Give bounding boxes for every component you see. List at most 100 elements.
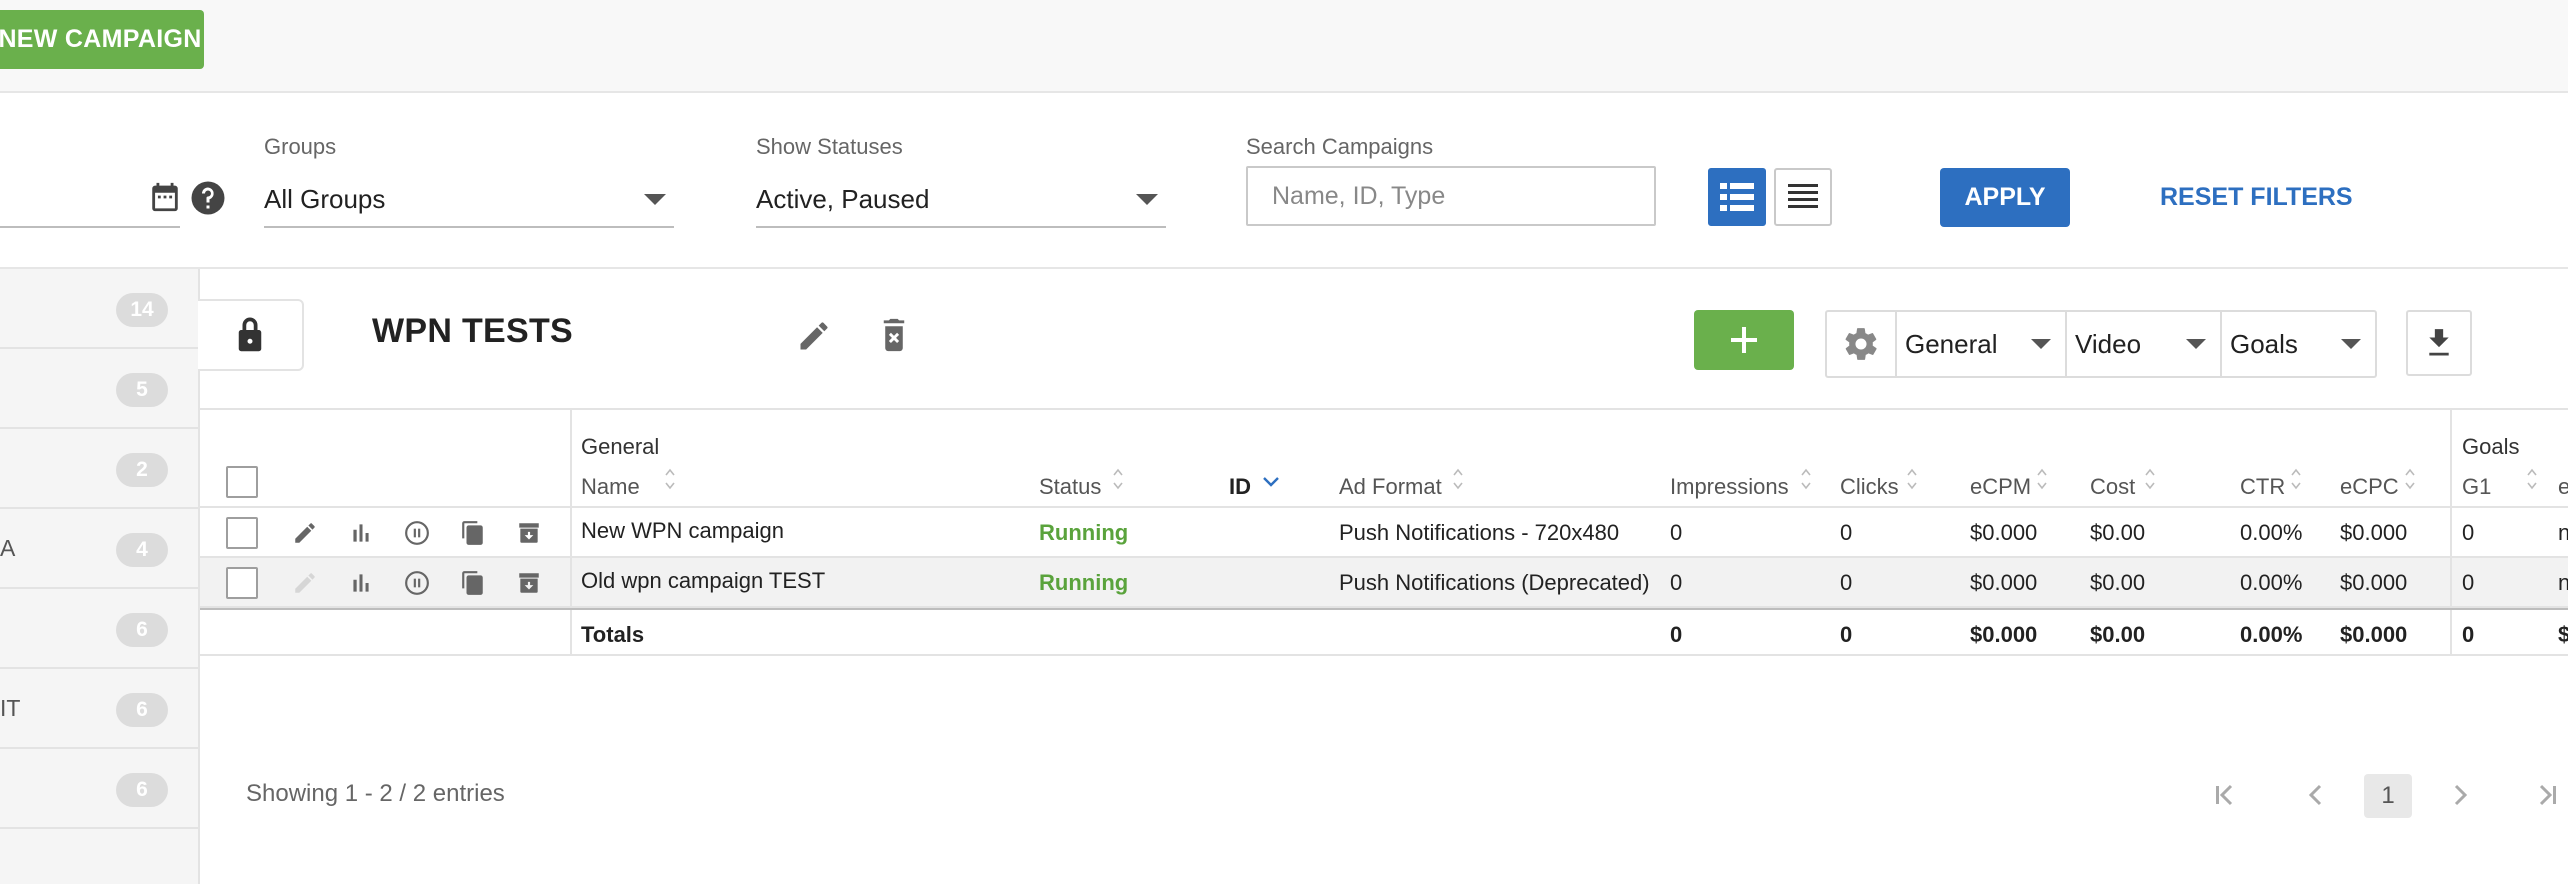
sort-icon[interactable] [1906,465,1918,493]
archive-icon[interactable] [516,570,542,596]
goals-column-group: Goals [2462,434,2520,459]
column-header-id[interactable]: ID [1229,474,1251,500]
sidebar-group-item[interactable]: 2 [0,429,198,509]
total-clicks: 0 [1840,622,1853,647]
copy-icon[interactable] [460,570,486,596]
column-header-ctr[interactable]: CTR [2240,474,2285,500]
total-impressions: 0 [1670,622,1683,647]
column-settings-button[interactable] [1827,312,1897,376]
campaign-name-link[interactable]: Old wpn campaign TEST [581,568,825,594]
stats-icon[interactable] [348,520,374,546]
column-set-goals[interactable]: Goals [2222,312,2375,376]
clicks-cell: 0 [1840,570,1853,595]
ecpc-cell: $0.000 [2340,520,2408,545]
e-cell: n [2558,520,2568,545]
reset-filters-button[interactable]: RESET FILTERS [2160,168,2353,227]
edit-icon [295,573,315,593]
search-input[interactable] [1246,166,1656,226]
column-header-clicks[interactable]: Clicks [1840,474,1899,500]
top-bar: NEW CAMPAIGN [0,0,2568,93]
download-icon [2429,329,2449,356]
pause-icon[interactable] [404,570,430,596]
ad-format-cell: Push Notifications (Deprecated) [1339,570,1650,595]
first-page-button[interactable] [2210,776,2240,814]
sort-icon[interactable] [1112,465,1124,493]
sort-icon[interactable] [2526,465,2538,493]
edit-group-icon[interactable] [796,318,832,354]
sidebar-group-item[interactable]: 14 [0,269,198,349]
gear-icon [1845,328,1877,360]
impressions-cell: 0 [1670,520,1683,545]
group-count-badge: 6 [116,693,168,727]
statuses-select-value: Active, Paused [756,183,930,214]
column-set-general[interactable]: General [1897,312,2067,376]
total-e: $ [2558,622,2568,647]
add-campaign-button[interactable] [1694,310,1794,370]
row-checkbox[interactable] [226,567,258,599]
e-cell: n [2558,570,2568,595]
groups-select[interactable]: All Groups [264,172,674,228]
delete-group-icon[interactable] [876,316,912,354]
archive-icon[interactable] [516,520,542,546]
pause-icon[interactable] [404,520,430,546]
column-header-g1[interactable]: G1 [2462,474,2491,500]
sort-icon[interactable] [2404,465,2416,493]
sidebar-group-item[interactable]: A 4 [0,509,198,589]
column-header-e[interactable]: e [2558,474,2568,500]
sidebar-group-item[interactable]: 6 [0,589,198,669]
ad-format-cell: Push Notifications - 720x480 [1339,520,1620,545]
edit-icon[interactable] [292,520,318,546]
new-campaign-button[interactable]: NEW CAMPAIGN [0,10,204,69]
group-count-badge: 4 [116,533,168,567]
table-row[interactable]: Old wpn campaign TEST Running Push Notif… [200,558,2568,608]
apply-button[interactable]: APPLY [1940,168,2070,227]
compact-view-button[interactable] [1774,168,1832,226]
sort-desc-icon[interactable] [1262,468,1280,496]
groups-select-value: All Groups [264,183,386,214]
column-header-impressions[interactable]: Impressions [1670,474,1789,500]
column-set-video[interactable]: Video [2067,312,2222,376]
column-header-ecpm[interactable]: eCPM [1970,474,2031,500]
sort-icon[interactable] [2290,465,2302,493]
sidebar-group-item[interactable]: 6 [0,749,198,829]
column-header-name[interactable]: Name [581,474,640,500]
row-checkbox[interactable] [226,517,258,549]
column-header-cost[interactable]: Cost [2090,474,2135,500]
download-button[interactable] [2406,310,2472,376]
total-ctr: 0.00% [2240,622,2303,647]
select-all-checkbox[interactable] [226,466,258,498]
help-icon[interactable] [190,180,226,216]
sort-icon[interactable] [664,465,676,493]
campaign-name-link[interactable]: New WPN campaign [581,518,784,544]
totals-row: Totals 0 0 $0.000 $0.00 0.00% $0.000 0 $ [200,608,2568,656]
sidebar-group-item[interactable]: 5 [0,349,198,429]
sort-icon[interactable] [1452,465,1464,493]
statuses-select[interactable]: Active, Paused [756,172,1166,228]
sort-icon[interactable] [2036,465,2048,493]
detailed-view-button[interactable] [1708,168,1766,226]
previous-page-button[interactable] [2300,776,2330,814]
campaign-table-header: General Goals Name Status ID Ad Format I… [200,408,2568,508]
next-page-button[interactable] [2446,776,2476,814]
last-page-icon [2539,784,2556,806]
column-header-ad-format[interactable]: Ad Format [1339,474,1442,500]
sidebar-group-label: A [0,535,16,561]
totals-label: Totals [581,622,645,647]
lock-group-button[interactable] [198,299,304,371]
chevron-down-icon [1136,194,1158,205]
page-number-current[interactable]: 1 [2364,774,2412,818]
sort-icon[interactable] [2144,465,2156,493]
statuses-filter-label: Show Statuses [756,134,903,159]
calendar-icon[interactable] [148,180,182,214]
sort-icon[interactable] [1800,465,1812,493]
column-header-ecpc[interactable]: eCPC [2340,474,2399,500]
copy-icon[interactable] [460,520,486,546]
chevron-down-icon [2341,339,2361,349]
table-row[interactable]: New WPN campaign Running Push Notificati… [200,508,2568,558]
column-header-status[interactable]: Status [1039,474,1101,500]
group-count-badge: 14 [116,293,168,327]
stats-icon[interactable] [348,570,374,596]
group-count-badge: 6 [116,773,168,807]
sidebar-group-item[interactable]: IT 6 [0,669,198,749]
last-page-button[interactable] [2532,776,2562,814]
